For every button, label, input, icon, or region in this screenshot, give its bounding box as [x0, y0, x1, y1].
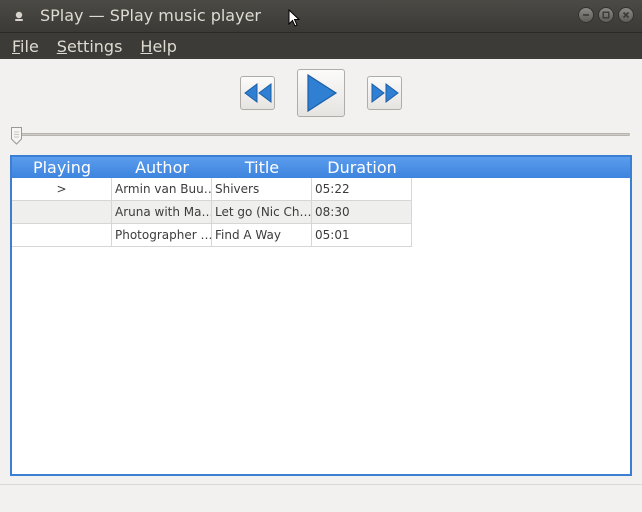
seek-slider-handle[interactable]: [10, 126, 23, 145]
cell-title: Find A Way: [212, 224, 312, 247]
cell-duration: 05:22: [312, 178, 412, 201]
menu-help-mnemonic: H: [140, 36, 153, 56]
fast-forward-button[interactable]: [367, 76, 402, 110]
table-header: Playing Author Title Duration: [12, 157, 630, 178]
cell-playing: [12, 224, 112, 247]
title-bar[interactable]: SPlay — SPlay music player: [0, 0, 642, 33]
cell-title: Let go (Nic Ch…: [212, 201, 312, 224]
window-title: SPlay — SPlay music player: [40, 6, 261, 25]
menu-help[interactable]: Help: [128, 37, 185, 56]
rewind-button[interactable]: [240, 76, 275, 110]
minimize-icon: [583, 14, 589, 16]
maximize-button[interactable]: [598, 7, 614, 23]
minimize-button[interactable]: [578, 7, 594, 23]
cell-duration: 08:30: [312, 201, 412, 224]
cell-author: Photographer …: [112, 224, 212, 247]
cell-title: Shivers: [212, 178, 312, 201]
menu-bar: File Settings Help: [0, 33, 642, 59]
column-header-title[interactable]: Title: [212, 157, 312, 178]
status-bar: [0, 484, 642, 512]
close-icon: [622, 11, 630, 19]
play-icon: [307, 73, 338, 113]
cell-duration: 05:01: [312, 224, 412, 247]
menu-file-label: ile: [20, 36, 39, 56]
close-button[interactable]: [618, 7, 634, 23]
play-button[interactable]: [297, 69, 345, 117]
menu-settings-mnemonic: S: [56, 36, 67, 56]
column-header-duration[interactable]: Duration: [312, 157, 412, 178]
menu-file-mnemonic: F: [12, 36, 21, 56]
cell-playing: >: [12, 178, 112, 201]
column-header-author[interactable]: Author: [112, 157, 212, 178]
rewind-icon: [243, 83, 271, 103]
menu-help-label: elp: [152, 36, 177, 56]
seek-slider-track[interactable]: [12, 133, 630, 136]
cell-playing: [12, 201, 112, 224]
app-icon: [15, 11, 23, 21]
maximize-icon: [602, 11, 610, 19]
cell-author: Armin van Buu…: [112, 178, 212, 201]
cell-author: Aruna with Ma…: [112, 201, 212, 224]
fast-forward-icon: [371, 83, 399, 103]
playlist-table[interactable]: Playing Author Title Duration > Armin va…: [10, 155, 632, 476]
menu-settings[interactable]: Settings: [45, 37, 132, 56]
mouse-cursor-icon: [288, 9, 300, 27]
menu-settings-label: ettings: [66, 36, 123, 56]
column-header-playing[interactable]: Playing: [12, 157, 112, 178]
menu-file[interactable]: File: [0, 37, 48, 56]
